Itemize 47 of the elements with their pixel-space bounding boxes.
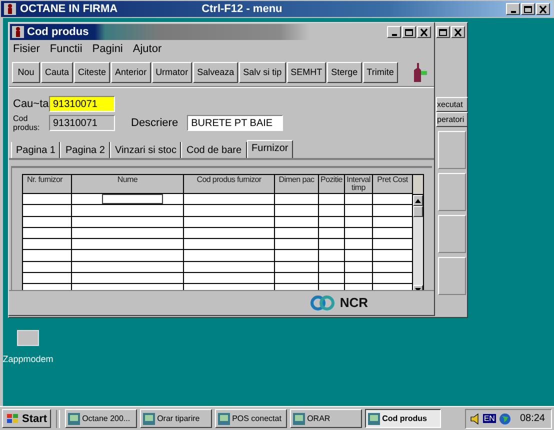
column-header: Pret Cost [373,175,413,194]
column-header: Nume [72,175,184,194]
field-label: Cod produs: [13,114,41,132]
taskbar-button[interactable]: Octane 200... [65,409,138,428]
toolbar-button[interactable]: Cauta [41,62,74,82]
clock: 08:24 [520,413,545,424]
menu-item[interactable]: Pagini [92,43,123,56]
toolbar-button[interactable]: Salveaza [193,62,238,82]
taskbar-button[interactable]: ORAR [290,409,362,428]
field-label: Cau~ta [13,98,49,110]
taskbar-button[interactable]: Cod produs [365,409,442,428]
menu-hint: Ctrl-F12 - menu [202,3,282,15]
start-button[interactable]: Start [2,409,52,428]
column-header: Dimen pac [275,175,319,194]
window-button[interactable]: peratori [436,112,468,127]
language-indicator[interactable]: EN [482,414,496,423]
taskbar-button[interactable]: POS conectat [215,409,288,428]
tab[interactable]: Furnizor [246,140,294,158]
toolbar-button[interactable]: Sterge [327,62,362,82]
column-header: Interval timp [345,175,373,194]
tab[interactable]: Pagina 2 [60,142,110,158]
toolbar-button[interactable]: Anterior [111,62,151,82]
tab[interactable]: Vinzari si stoc [110,142,182,158]
column-header: Pozitie [319,175,345,194]
logo-text: NCR [340,296,368,310]
taskbar-button[interactable]: Orar tiparire [140,409,212,428]
toolbar-button[interactable]: Nou [12,62,40,82]
tab[interactable]: Pagina 1 [11,142,60,158]
toolbar-button[interactable]: Urmator [152,62,192,82]
column-header: Nr. furnizor [23,175,72,194]
toolbar-button[interactable]: Trimite [362,62,398,82]
description-field[interactable]: BURETE PT BAIE [187,115,284,131]
search-field[interactable]: 91310071 [49,96,115,112]
window-title: OCTANE IN FIRMA [20,3,118,15]
window-button[interactable]: xecutat [436,97,468,112]
toolbar-button[interactable]: Salv si tip [239,62,286,82]
menu-item[interactable]: Fisier [13,43,40,56]
code-field[interactable]: 91310071 [49,115,115,131]
tab[interactable]: Cod de bare [181,142,247,158]
window-title: Cod produs [27,26,89,38]
desktop-icon-label[interactable]: Zappmodem [2,354,54,364]
column-header: Cod produs furnizor [184,175,275,194]
menu-item[interactable]: Functii [50,43,82,56]
toolbar-button[interactable]: Citeste [74,62,110,82]
field-label: Descriere [131,117,178,129]
toolbar-button[interactable]: SEMHT [286,62,326,82]
menu-item[interactable]: Ajutor [132,43,162,56]
